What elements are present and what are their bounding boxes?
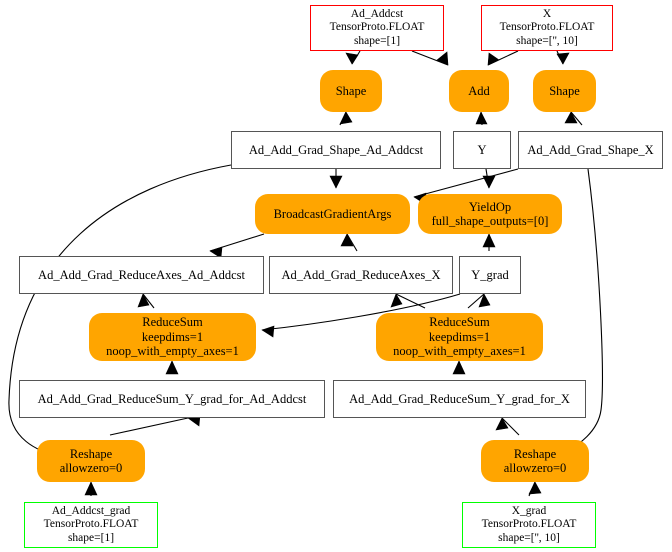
node-label-line: Ad_Add_Grad_ReduceAxes_X: [281, 267, 441, 282]
node-label-line: keepdims=1: [428, 329, 491, 344]
graph-node-op-bga[interactable]: BroadcastGradientArgs: [255, 194, 410, 234]
edge-arrowhead-icon: [482, 175, 496, 189]
node-label-line: TensorProto.FLOAT: [481, 518, 577, 531]
node-label-line: X: [542, 8, 552, 20]
onnx-gradient-graph: Ad_Addcst TensorProto.FLOAT shape=[1] X Tens…: [0, 0, 672, 552]
graph-node-op-reshape-1[interactable]: Reshape allowzero=0: [37, 440, 145, 482]
edge-arrowhead-icon: [339, 111, 353, 125]
edge-arrowhead-icon: [487, 52, 500, 66]
edge-arrowhead-icon: [478, 293, 491, 308]
graph-node-in-ad-addcst[interactable]: Ad_Addcst TensorProto.FLOAT shape=[1]: [310, 5, 444, 51]
graph-node-op-reducesum-1[interactable]: ReduceSum keepdims=1 noop_with_empty_axes=…: [89, 313, 256, 361]
node-label-line: BroadcastGradientArgs: [273, 206, 392, 221]
edge-arrowhead-icon: [482, 233, 496, 248]
node-label-line: full_shape_outputs=[0]: [431, 214, 549, 228]
node-label-line: TensorProto.FLOAT: [43, 518, 139, 531]
graph-node-op-shape-2[interactable]: Shape: [533, 70, 596, 112]
node-label-line: ReduceSum: [142, 315, 203, 330]
node-label-line: Reshape: [69, 446, 113, 461]
node-label-line: Ad_Add_Grad_ReduceSum_Y_grad_for_Ad_Addc…: [37, 391, 307, 406]
graph-node-res-y-grad[interactable]: Y_grad: [459, 256, 521, 294]
node-label-line: shape=[1]: [353, 34, 401, 47]
graph-node-op-shape-1[interactable]: Shape: [320, 70, 382, 112]
edge-arrowhead-icon: [556, 52, 570, 65]
graph-node-out-ad-addcst-grad[interactable]: Ad_Addcst_grad TensorProto.FLOAT shape=[1]: [24, 502, 158, 548]
graph-node-res-reducesum-x[interactable]: Ad_Add_Grad_ReduceSum_Y_grad_for_X: [333, 380, 586, 418]
node-label-line: Shape: [549, 83, 580, 98]
node-label-line: Ad_Addcst_grad: [51, 505, 131, 517]
edge-arrowhead-icon: [137, 293, 150, 308]
node-label-line: shape=['', 10]: [498, 531, 560, 544]
node-label-line: allowzero=0: [503, 461, 567, 475]
edge-arrowhead-icon: [528, 481, 542, 495]
graph-node-res-y[interactable]: Y: [453, 131, 511, 169]
graph-node-res-reduceaxes-x[interactable]: Ad_Add_Grad_ReduceAxes_X: [269, 256, 453, 294]
graph-node-res-shape-x[interactable]: Ad_Add_Grad_Shape_X: [518, 131, 663, 169]
edge-arrowhead-icon: [340, 233, 354, 247]
graph-node-res-shape-ad-addcst[interactable]: Ad_Add_Grad_Shape_Ad_Addcst: [231, 131, 441, 169]
node-label-line: TensorProto.FLOAT: [499, 21, 595, 34]
graph-node-op-reducesum-2[interactable]: ReduceSum keepdims=1 noop_with_empty_axes=…: [376, 313, 543, 361]
edge-arrowhead-icon: [165, 360, 179, 375]
edge-arrowhead-icon: [84, 481, 98, 496]
node-label-line: noop_with_empty_axes=1: [106, 344, 239, 359]
node-label-line: allowzero=0: [59, 461, 123, 475]
edge-arrowhead-icon: [261, 325, 275, 338]
graph-node-op-yieldop[interactable]: YieldOp full_shape_outputs=[0]: [418, 194, 562, 234]
edge-arrowhead-icon: [452, 360, 466, 375]
node-label-line: Ad_Add_Grad_Shape_Ad_Addcst: [248, 142, 424, 157]
edge-arrowhead-icon: [475, 111, 488, 125]
graph-node-op-add[interactable]: Add: [449, 70, 509, 112]
node-label-line: Y_grad: [471, 267, 509, 282]
graph-node-in-x[interactable]: X TensorProto.FLOAT shape=['', 10]: [481, 5, 613, 51]
node-label-line: Y: [477, 142, 487, 157]
node-label-line: ReduceSum: [429, 315, 490, 330]
node-label-line: shape=['', 10]: [516, 34, 578, 47]
node-label-line: Ad_Addcst: [350, 8, 404, 20]
node-label-line: Ad_Add_Grad_Shape_X: [527, 142, 654, 157]
edge-arrowhead-icon: [329, 175, 343, 189]
node-label-line: noop_with_empty_axes=1: [393, 344, 526, 359]
node-label-line: shape=[1]: [67, 531, 115, 544]
node-label-line: Shape: [335, 83, 367, 98]
edge-arrowhead-icon: [345, 52, 359, 65]
node-label-line: Reshape: [513, 446, 557, 461]
node-label-line: Ad_Add_Grad_ReduceSum_Y_grad_for_X: [349, 391, 570, 406]
edge-arrowhead-icon: [495, 417, 509, 431]
node-label-line: X_grad: [511, 505, 547, 517]
graph-edge: [109, 417, 189, 436]
graph-node-op-reshape-2[interactable]: Reshape allowzero=0: [481, 440, 589, 482]
node-label-line: TensorProto.FLOAT: [329, 21, 425, 34]
graph-node-res-reduceaxes-ad-addcst[interactable]: Ad_Add_Grad_ReduceAxes_Ad_Addcst: [19, 256, 264, 294]
graph-node-res-reducesum-ad-addcst[interactable]: Ad_Add_Grad_ReduceSum_Y_grad_for_Ad_Addc…: [19, 380, 325, 418]
node-label-line: keepdims=1: [141, 329, 204, 344]
graph-node-out-x-grad[interactable]: X_grad TensorProto.FLOAT shape=['', 10]: [462, 502, 596, 548]
node-label-line: Add: [468, 83, 490, 98]
node-label-line: Ad_Add_Grad_ReduceAxes_Ad_Addcst: [38, 267, 245, 282]
node-label-line: YieldOp: [468, 199, 512, 214]
graph-edge: [413, 168, 519, 198]
